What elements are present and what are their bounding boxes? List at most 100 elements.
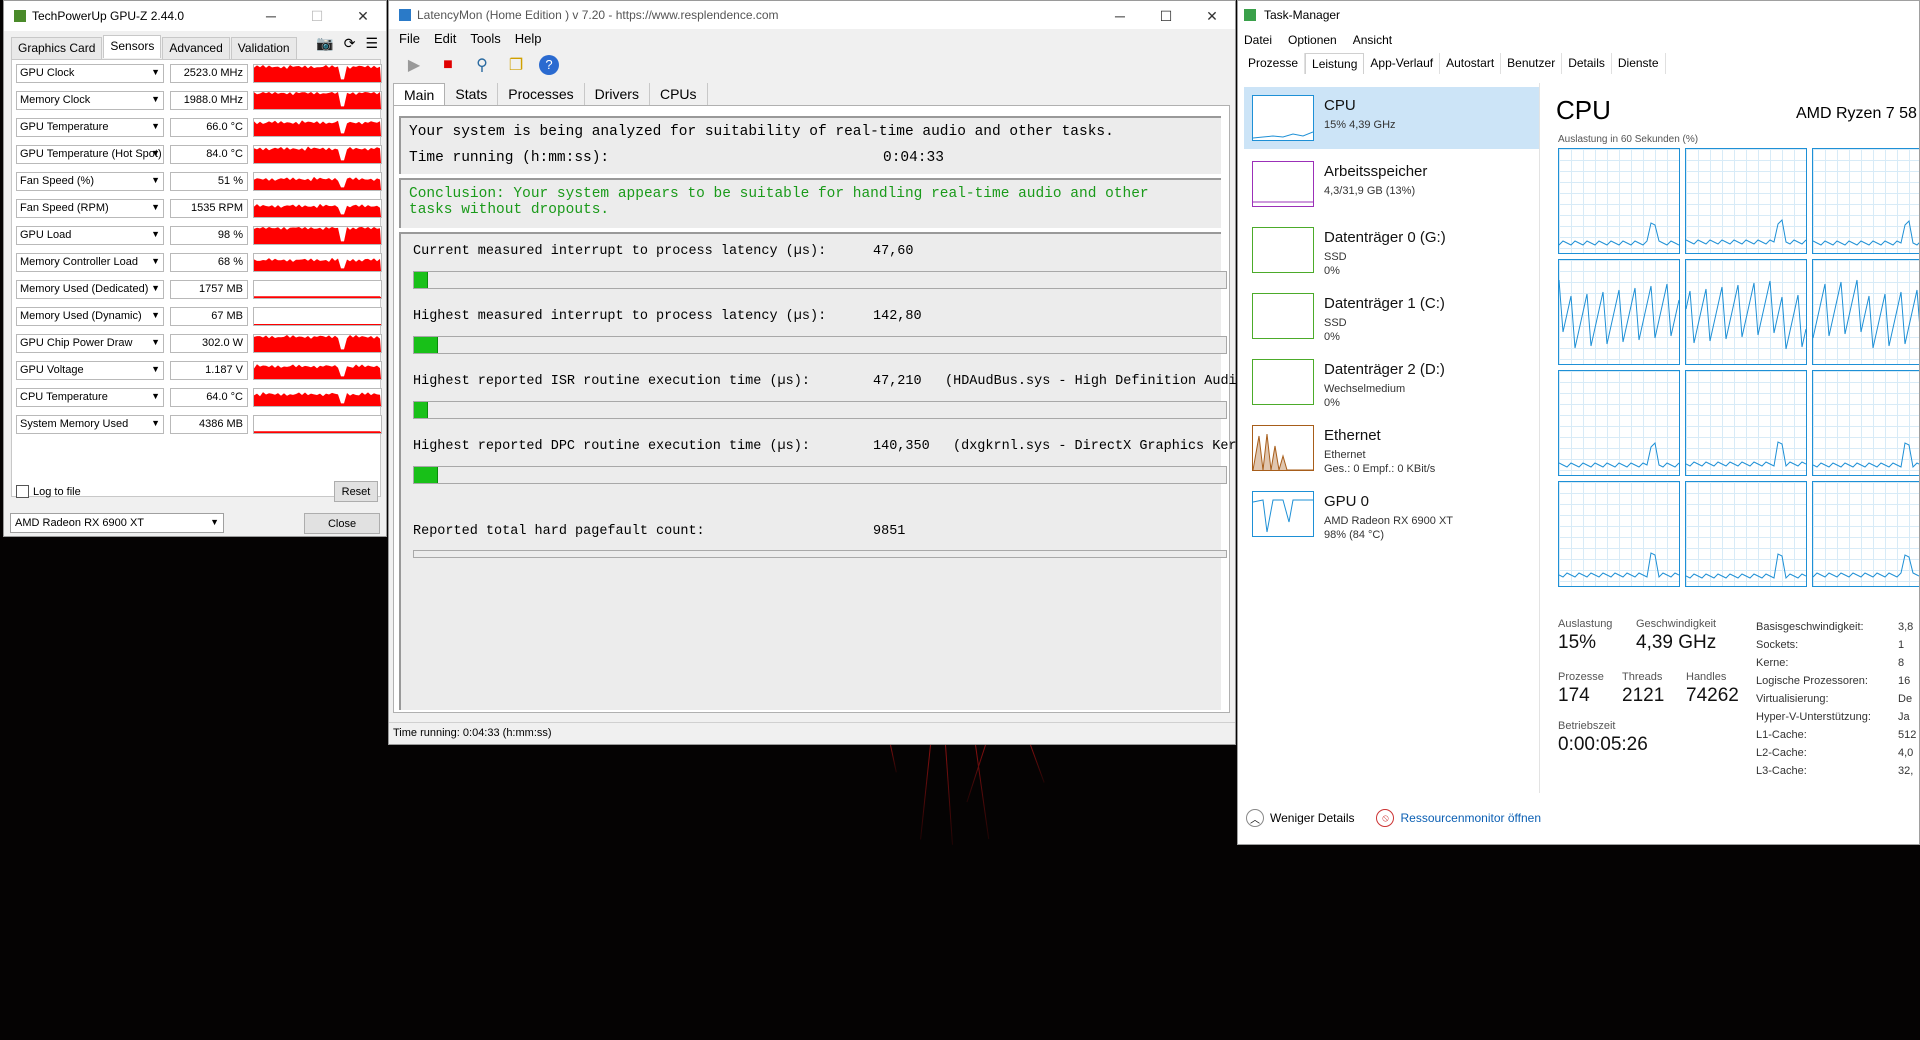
close-icon[interactable]: ✕ [340,1,386,31]
cpu-core-graph-line [1686,553,1806,580]
resmon-link[interactable]: ⦸ Ressourcenmonitor öffnen [1376,809,1541,827]
menu-tools[interactable]: Tools [470,31,500,46]
resource-item[interactable]: CPU 15% 4,39 GHz [1244,87,1539,149]
chevron-down-icon: ▼ [210,517,219,527]
pagefault-label: Reported total hard pagefault count: [413,524,705,539]
sensor-graph [253,307,382,326]
tab-prozesse[interactable]: Prozesse [1242,53,1306,74]
tab-sensors[interactable]: Sensors [103,35,162,58]
tab-dienste[interactable]: Dienste [1612,53,1666,74]
sensor-graph-svg [254,92,381,109]
tab-details[interactable]: Details [1562,53,1612,74]
minimize-icon[interactable]: ─ [248,1,294,31]
fewer-details-label: Weniger Details [1270,811,1355,825]
resource-item[interactable]: Datenträger 1 (C:) SSD 0% [1244,285,1539,347]
tab-leistung[interactable]: Leistung [1305,53,1365,74]
tab-main[interactable]: Main [393,83,446,106]
sensor-label[interactable]: Fan Speed (RPM) ▼ [16,199,164,218]
sensor-graph-svg [254,257,381,271]
menu-optionen[interactable]: Optionen [1288,33,1337,47]
sensor-label[interactable]: GPU Clock ▼ [16,64,164,83]
resource-item[interactable]: Datenträger 2 (D:) Wechselmedium 0% [1244,351,1539,413]
log-to-file-checkbox[interactable] [16,485,29,498]
resource-item[interactable]: Ethernet Ethernet Ges.: 0 Empf.: 0 KBit/s [1244,417,1539,479]
tab-app-verlauf[interactable]: App-Verlauf [1364,53,1441,74]
resource-list: CPU 15% 4,39 GHz Arbeitsspeicher 4,3/31,9 G… [1240,83,1540,793]
menu-datei[interactable]: Datei [1244,33,1272,47]
maximize-icon[interactable]: ☐ [294,1,340,31]
sensor-label[interactable]: Memory Controller Load ▼ [16,253,164,272]
resource-sub2: Ges.: 0 Empf.: 0 KBit/s [1324,463,1436,475]
sensor-label[interactable]: Fan Speed (%) ▼ [16,172,164,191]
reset-button[interactable]: Reset [334,481,378,502]
close-icon[interactable]: ✕ [1189,1,1235,31]
sensor-graph-fill [254,364,381,379]
tab-advanced[interactable]: Advanced [162,37,230,60]
chevron-down-icon: ▼ [151,364,160,374]
cpu-core-graph [1685,148,1807,254]
scan-icon[interactable]: ⚲ [471,55,493,75]
sensor-row: Memory Used (Dynamic) ▼ 67 MB [16,307,382,327]
resource-thumb-svg [1253,360,1314,405]
sensor-graph-svg [254,227,381,244]
latencymon-window: LatencyMon (Home Edition ) v 7.20 - http… [388,0,1237,745]
gpu-select[interactable]: AMD Radeon RX 6900 XT ▼ [10,513,224,533]
tab-cpus[interactable]: CPUs [650,83,708,106]
sensor-label[interactable]: GPU Load ▼ [16,226,164,245]
menu-ansicht[interactable]: Ansicht [1353,33,1392,47]
resource-item[interactable]: Arbeitsspeicher 4,3/31,9 GB (13%) [1244,153,1539,215]
menu-icon[interactable]: ☰ [365,35,378,52]
menu-edit[interactable]: Edit [434,31,456,46]
sensor-label[interactable]: Memory Used (Dedicated) ▼ [16,280,164,299]
sensor-label[interactable]: GPU Temperature ▼ [16,118,164,137]
sensor-label[interactable]: GPU Chip Power Draw ▼ [16,334,164,353]
sensor-label[interactable]: GPU Voltage ▼ [16,361,164,380]
tab-graphics-card[interactable]: Graphics Card [11,37,103,60]
resource-thumb-svg [1253,228,1314,273]
tab-processes[interactable]: Processes [498,83,585,106]
measurement-label: Highest measured interrupt to process la… [413,309,827,324]
refresh-icon[interactable]: ⟳ [344,35,356,52]
cpu-spec-key: Basisgeschwindigkeit: [1756,621,1864,633]
chevron-down-icon: ▼ [151,229,160,239]
chevron-down-icon: ▼ [151,94,160,104]
resource-monitor-icon: ⦸ [1376,809,1395,827]
play-icon[interactable]: ▶ [403,55,425,75]
fewer-details-button[interactable]: ︿ Weniger Details [1246,809,1354,827]
menu-help[interactable]: Help [515,31,542,46]
help-icon[interactable]: ? [539,55,559,75]
resource-thumbnail [1252,293,1314,339]
sensor-graph-svg [254,364,381,379]
cpu-spec-key: Sockets: [1756,639,1799,651]
stop-icon[interactable]: ■ [437,56,459,74]
menu-file[interactable]: File [399,31,420,46]
minimize-icon[interactable]: ─ [1097,1,1143,31]
resource-sub1: 15% 4,39 GHz [1324,119,1396,131]
close-button[interactable]: Close [304,513,380,534]
maximize-icon[interactable]: ☐ [1143,1,1189,31]
sensor-graph-svg [254,146,381,163]
tab-benutzer[interactable]: Benutzer [1501,53,1563,74]
camera-icon[interactable]: 📷 [316,35,333,52]
sensor-panel: GPU Clock ▼ 2523.0 MHz Memory Clock ▼ 1988.0 … [11,59,382,497]
latency-bar [413,401,1227,419]
log-to-file-row[interactable]: Log to file [16,485,81,498]
taskmanager-titlebar[interactable]: Task-Manager [1238,1,1919,29]
sensor-label[interactable]: GPU Temperature (Hot Spot) ▼ [16,145,164,164]
sensor-label[interactable]: CPU Temperature ▼ [16,388,164,407]
cpu-core-graph [1558,370,1680,476]
tab-validation[interactable]: Validation [230,37,297,60]
sensor-label[interactable]: Memory Used (Dynamic) ▼ [16,307,164,326]
tab-stats[interactable]: Stats [445,83,499,106]
chevron-down-icon: ▼ [151,391,160,401]
tab-drivers[interactable]: Drivers [585,83,650,106]
resource-item[interactable]: Datenträger 0 (G:) SSD 0% [1244,219,1539,281]
tab-autostart[interactable]: Autostart [1440,53,1502,74]
stat-betriebszeit: Betriebszeit 0:00:05:26 [1558,720,1648,755]
cpu-spec-key: Hyper-V-Unterstützung: [1756,711,1871,723]
sensor-label[interactable]: Memory Clock ▼ [16,91,164,110]
windows-icon[interactable]: ❐ [505,55,527,75]
latency-bar [413,466,1227,484]
sensor-label[interactable]: System Memory Used ▼ [16,415,164,434]
resource-item[interactable]: GPU 0 AMD Radeon RX 6900 XT 98% (84 °C) [1244,483,1539,545]
